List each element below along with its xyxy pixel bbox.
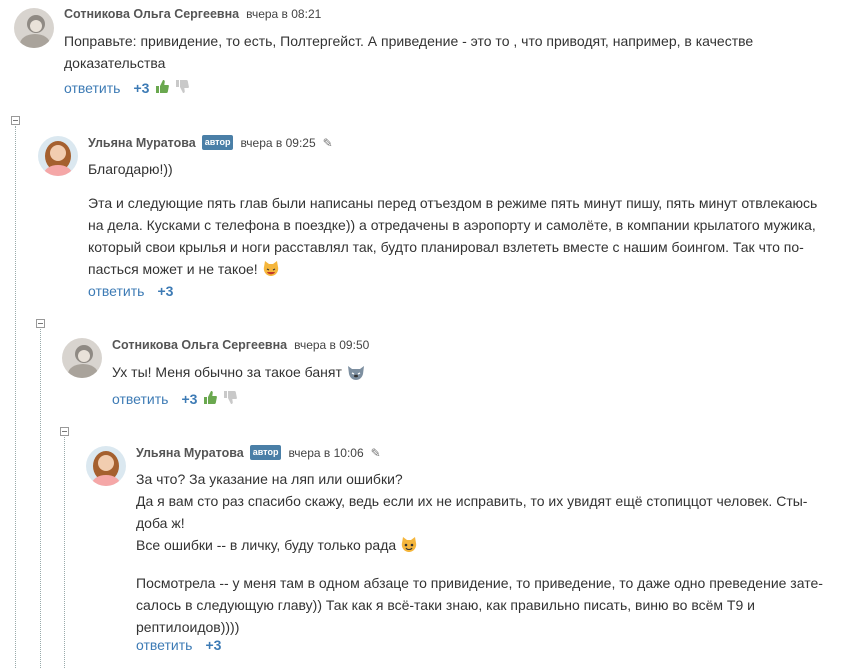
author-name[interactable]: Сотникова Ольга Сергеевна (112, 338, 287, 352)
edit-icon[interactable]: ✎ (371, 446, 381, 460)
author-name[interactable]: Ульяна Муратова (136, 446, 244, 460)
reply-link[interactable]: ответить (88, 283, 144, 299)
author-badge: автор (249, 445, 282, 460)
collapse-toggle[interactable] (60, 427, 69, 436)
comment-time[interactable]: вчера в 09:25 (240, 136, 315, 150)
comment-text: Благодарю!)) Эта и следующие пять глав б… (88, 158, 826, 284)
comment-paragraph-text: Ух ты! Меня обычно за такое банят (112, 364, 342, 380)
comment-time[interactable]: вчера в 10:06 (288, 446, 363, 460)
reply-link[interactable]: ответить (64, 80, 120, 96)
edit-icon[interactable]: ✎ (323, 136, 333, 150)
thread-line (40, 329, 41, 668)
thumbs-down-icon[interactable] (223, 391, 238, 407)
comment-paragraph: Благодарю!)) (88, 161, 173, 177)
comment-line: Все ошибки -- в личку, буду только рада (136, 534, 826, 560)
comment-paragraph: Посмотрела -- у меня там в одном абзаце … (136, 575, 823, 635)
collapse-toggle[interactable] (11, 116, 20, 125)
thread-line (64, 437, 65, 668)
wolf-emoji-icon (346, 363, 366, 387)
comment-line: За что? За указание на ляп или ошибки? (136, 471, 403, 487)
collapse-toggle[interactable] (36, 319, 45, 328)
reply-link[interactable]: ответить (136, 637, 192, 653)
comment-time[interactable]: вчера в 08:21 (246, 7, 321, 21)
comment-line: Да я вам сто раз спасибо скажу, ведь есл… (136, 493, 808, 531)
avatar[interactable] (62, 338, 102, 378)
comment-paragraph-text: Эта и следующие пять глав были написаны … (88, 195, 818, 277)
comment-text: Ух ты! Меня обычно за такое банят (112, 361, 812, 387)
thread-line (15, 126, 16, 668)
avatar[interactable] (86, 446, 126, 486)
comment-time[interactable]: вчера в 09:50 (294, 338, 369, 352)
author-name[interactable]: Ульяна Муратова (88, 136, 196, 150)
comment-paragraph: Эта и следующие пять глав были написаны … (88, 192, 826, 284)
comment-paragraph: Поправьте: привидение, то есть, Полтерге… (64, 33, 754, 71)
reply-link[interactable]: ответить (112, 391, 168, 407)
comment-line-text: Все ошибки -- в личку, буду только рада (136, 537, 397, 553)
vote-score: +3 (133, 80, 150, 96)
vote-score: +3 (205, 637, 222, 653)
thumbs-up-icon[interactable] (203, 391, 218, 407)
vote-score: +3 (157, 283, 174, 299)
comment-text: Поправьте: привидение, то есть, Полтерге… (64, 30, 764, 74)
avatar[interactable] (38, 136, 78, 176)
thumbs-down-icon[interactable] (175, 80, 190, 96)
author-badge: автор (201, 135, 234, 150)
vote-score: +3 (181, 391, 198, 407)
author-name[interactable]: Сотникова Ольга Сергеевна (64, 7, 239, 21)
comment-text: За что? За указание на ляп или ошибки? Д… (136, 468, 826, 638)
thumbs-up-icon[interactable] (155, 80, 170, 96)
avatar[interactable] (14, 8, 54, 48)
cat-emoji-icon (262, 260, 280, 284)
comment-paragraph: Ух ты! Меня обычно за такое банят (112, 361, 812, 387)
cat-emoji-icon (400, 536, 418, 560)
